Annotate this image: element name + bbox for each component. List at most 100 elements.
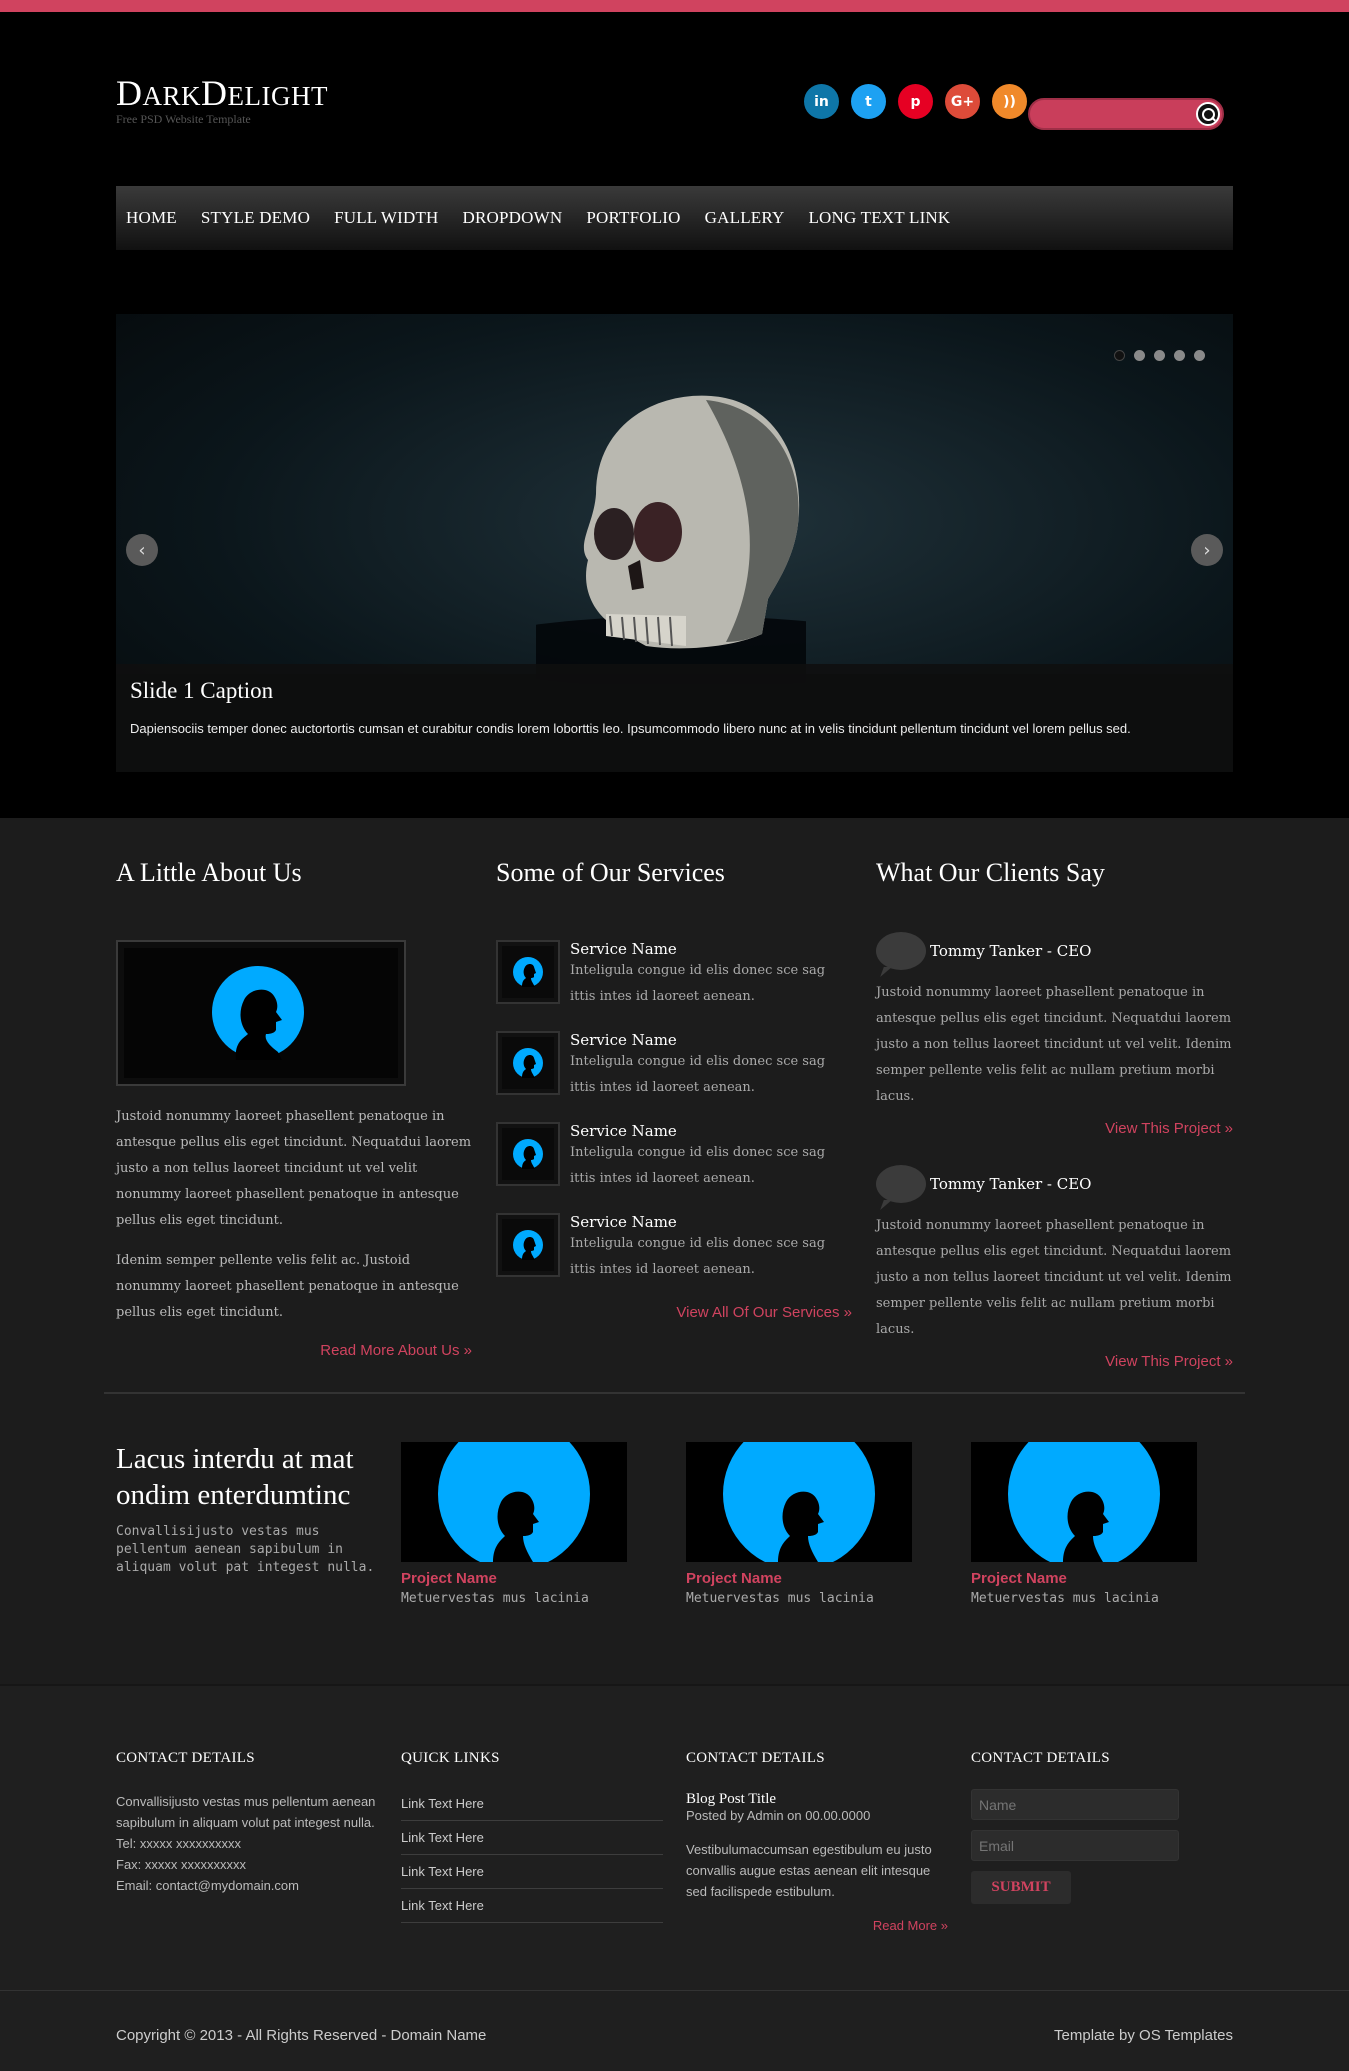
service-name: Service Name <box>570 1031 677 1049</box>
service-text: Service Name Inteligula congue id elis d… <box>570 1031 852 1122</box>
rss-icon[interactable]: )) <box>992 84 1027 119</box>
quick-links-list: Link Text Here Link Text Here Link Text … <box>401 1787 663 1923</box>
blog-post-excerpt: Vestibulumaccumsan egestibulum eu justo … <box>686 1842 932 1899</box>
read-more-about-link[interactable]: Read More About Us » <box>116 1342 472 1359</box>
service-item: Service Name Inteligula congue id elis d… <box>496 1122 852 1213</box>
service-desc: Inteligula congue id elis donec sce sag … <box>570 1236 826 1277</box>
testimonial-author: Tommy Tanker - CEO <box>930 942 1092 960</box>
view-project-link[interactable]: View This Project » <box>876 1120 1233 1137</box>
name-field[interactable] <box>971 1789 1179 1820</box>
project-name[interactable]: Project Name <box>971 1570 1197 1587</box>
avatar-silhouette-icon <box>723 1442 875 1562</box>
slider-dot-3[interactable] <box>1154 350 1165 361</box>
testimonial: Tommy Tanker - CEO Justoid nonummy laore… <box>876 926 1233 1137</box>
testimonials-section: What Our Clients Say Tommy Tanker - CEO … <box>876 858 1233 1370</box>
project-image <box>971 1442 1197 1562</box>
project-card[interactable]: Project Name Metuervestas mus lacinia <box>686 1442 912 1606</box>
nav-long-text-link[interactable]: LONG TEXT LINK <box>808 208 950 228</box>
project-desc: Metuervestas mus lacinia <box>971 1591 1159 1606</box>
blog-post-title[interactable]: Blog Post Title <box>686 1791 948 1808</box>
quick-link[interactable]: Link Text Here <box>401 1787 663 1821</box>
service-name: Service Name <box>570 1213 677 1231</box>
view-all-services-link[interactable]: View All Of Our Services » <box>496 1304 852 1321</box>
nav-dropdown[interactable]: DROPDOWN <box>463 208 563 228</box>
nav-style-demo[interactable]: STYLE DEMO <box>201 208 310 228</box>
slider-dot-5[interactable] <box>1194 350 1205 361</box>
nav-portfolio[interactable]: PORTFOLIO <box>586 208 680 228</box>
blog-post-meta: Posted by Admin on 00.00.0000 <box>686 1808 871 1823</box>
service-thumb <box>496 1031 560 1095</box>
footer-email[interactable]: Email: contact@mydomain.com <box>116 1875 378 1896</box>
main-content: A Little About Us Justoid nonummy laoree… <box>0 818 1349 1684</box>
project-card[interactable]: Project Name Metuervestas mus lacinia <box>401 1442 627 1606</box>
blog-read-more-link[interactable]: Read More » <box>686 1918 948 1933</box>
quick-link[interactable]: Link Text Here <box>401 1855 663 1889</box>
site-logo[interactable]: DARKDELIGHT <box>116 72 328 114</box>
email-field[interactable] <box>971 1830 1179 1861</box>
slide-caption: Slide 1 Caption Dapiensociis temper done… <box>116 664 1233 772</box>
search-input[interactable] <box>1044 104 1194 124</box>
speech-bubble-icon <box>876 932 926 970</box>
footer-contact-text: Convallisijusto vestas mus pellentum aen… <box>116 1794 376 1830</box>
avatar-silhouette-icon <box>438 1442 590 1562</box>
nav-home[interactable]: HOME <box>126 208 177 228</box>
logo-part-1: ARK <box>142 81 202 111</box>
service-text: Service Name Inteligula congue id elis d… <box>570 1213 852 1304</box>
site-header: DARKDELIGHT Free PSD Website Template in… <box>0 12 1349 818</box>
pinterest-icon[interactable]: p <box>898 84 933 119</box>
service-thumb <box>496 940 560 1004</box>
testimonials-title: What Our Clients Say <box>876 858 1105 887</box>
avatar-silhouette-icon <box>513 1139 543 1169</box>
slider-prev-button[interactable]: ‹ <box>126 534 158 566</box>
about-image <box>116 940 406 1086</box>
services-list: Service Name Inteligula congue id elis d… <box>496 940 852 1304</box>
top-accent-bar <box>0 0 1349 12</box>
contact-form: SUBMIT <box>971 1789 1233 1904</box>
project-card[interactable]: Project Name Metuervestas mus lacinia <box>971 1442 1197 1606</box>
services-section: Some of Our Services Service Name Inteli… <box>496 858 852 1321</box>
nav-gallery[interactable]: GALLERY <box>705 208 785 228</box>
project-image <box>686 1442 912 1562</box>
search-icon[interactable] <box>1196 102 1220 126</box>
slider-dot-4[interactable] <box>1174 350 1185 361</box>
slider-dot-2[interactable] <box>1134 350 1145 361</box>
skull-image <box>536 395 806 684</box>
footer-form: CONTACT DETAILS SUBMIT <box>971 1750 1233 1904</box>
service-desc: Inteligula congue id elis donec sce sag … <box>570 963 826 1004</box>
template-credit[interactable]: Template by OS Templates <box>1054 2027 1233 2044</box>
quick-link[interactable]: Link Text Here <box>401 1889 663 1923</box>
logo-initial-2: D <box>201 73 228 113</box>
slide-caption-text: Dapiensociis temper donec auctortortis c… <box>130 721 1131 736</box>
linkedin-icon[interactable]: in <box>804 84 839 119</box>
about-section: A Little About Us Justoid nonummy laoree… <box>116 858 472 1359</box>
search-box <box>1028 98 1224 130</box>
slider-next-button[interactable]: › <box>1191 534 1223 566</box>
copyright-bar: Copyright © 2013 - All Rights Reserved -… <box>0 1990 1349 2071</box>
submit-button[interactable]: SUBMIT <box>971 1871 1071 1904</box>
service-item: Service Name Inteligula congue id elis d… <box>496 1031 852 1122</box>
slide-caption-title: Slide 1 Caption <box>130 678 274 703</box>
testimonial-text: Justoid nonummy laoreet phasellent penat… <box>876 1218 1232 1337</box>
nav-full-width[interactable]: FULL WIDTH <box>334 208 438 228</box>
twitter-icon[interactable]: t <box>851 84 886 119</box>
hero-slider: ‹ › Slide 1 Caption Dapiensociis temper … <box>116 314 1233 772</box>
site-tagline: Free PSD Website Template <box>116 112 251 126</box>
footer-tel: Tel: xxxxx xxxxxxxxxx <box>116 1836 241 1851</box>
project-name[interactable]: Project Name <box>686 1570 912 1587</box>
copyright-text: Copyright © 2013 - All Rights Reserved -… <box>116 2027 487 2044</box>
promo-title: Lacus interdu at mat ondim enterdumtinc <box>116 1443 354 1511</box>
project-desc: Metuervestas mus lacinia <box>401 1591 589 1606</box>
quick-link[interactable]: Link Text Here <box>401 1821 663 1855</box>
project-name[interactable]: Project Name <box>401 1570 627 1587</box>
view-project-link[interactable]: View This Project » <box>876 1353 1233 1370</box>
logo-part-2: ELIGHT <box>227 81 328 111</box>
google-plus-icon[interactable]: G+ <box>945 84 980 119</box>
testimonial-header: Tommy Tanker - CEO <box>876 1159 1233 1209</box>
slider-dot-1[interactable] <box>1114 350 1125 361</box>
service-desc: Inteligula congue id elis donec sce sag … <box>570 1145 826 1186</box>
footer-contact-title: CONTACT DETAILS <box>116 1750 255 1766</box>
services-title: Some of Our Services <box>496 858 725 887</box>
footer-contact: CONTACT DETAILS Convallisijusto vestas m… <box>116 1750 378 1896</box>
site-footer: CONTACT DETAILS Convallisijusto vestas m… <box>0 1684 1349 1990</box>
testimonial-text: Justoid nonummy laoreet phasellent penat… <box>876 985 1232 1104</box>
